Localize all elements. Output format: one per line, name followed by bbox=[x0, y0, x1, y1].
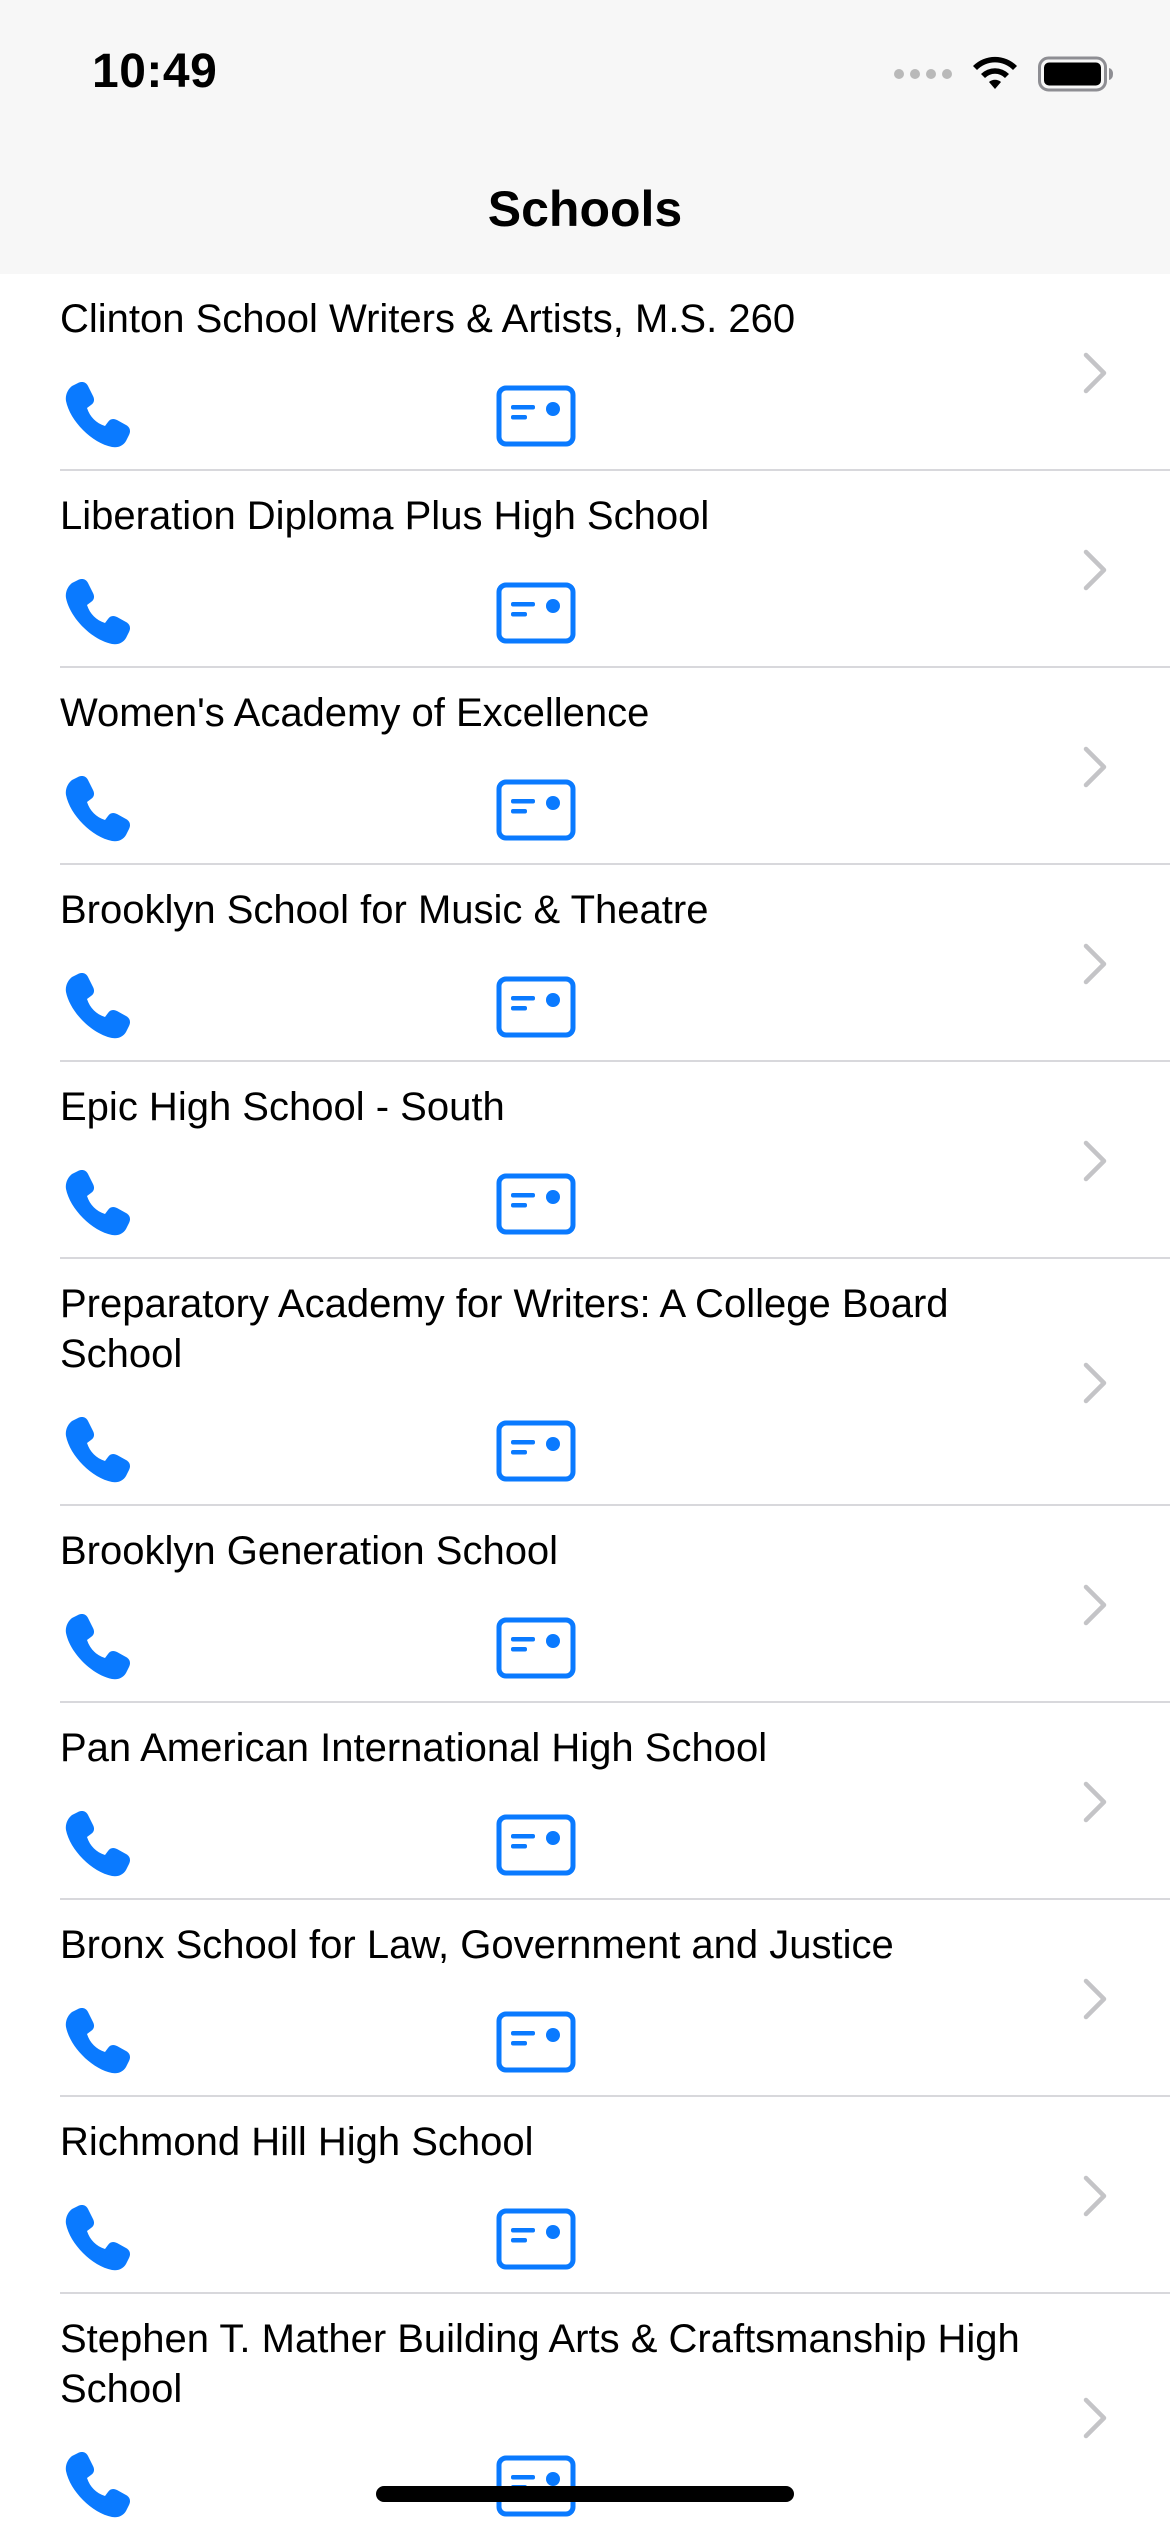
phone-icon[interactable] bbox=[60, 1165, 132, 1237]
contact-card-icon[interactable] bbox=[496, 779, 576, 841]
school-actions bbox=[60, 1165, 660, 1237]
school-row[interactable]: Women's Academy of Excellence bbox=[0, 668, 1170, 865]
school-row-content: Brooklyn School for Music & Theatre bbox=[60, 865, 1170, 1062]
phone-icon[interactable] bbox=[60, 574, 132, 646]
contact-card-icon[interactable] bbox=[496, 1420, 576, 1482]
schools-screen: 10:49 Schools Clinton School Writers & A… bbox=[0, 0, 1170, 2532]
phone-icon[interactable] bbox=[60, 1806, 132, 1878]
phone-icon[interactable] bbox=[60, 1412, 132, 1484]
school-actions bbox=[60, 1412, 660, 1484]
wifi-icon bbox=[973, 56, 1017, 89]
phone-icon[interactable] bbox=[60, 2003, 132, 2075]
school-row[interactable]: Epic High School - South bbox=[0, 1062, 1170, 1259]
school-row[interactable]: Richmond Hill High School bbox=[0, 2097, 1170, 2294]
contact-card-icon[interactable] bbox=[496, 1173, 576, 1235]
navigation-bar: Schools bbox=[0, 140, 1170, 274]
school-row[interactable]: Preparatory Academy for Writers: A Colle… bbox=[0, 1259, 1170, 1506]
chevron-right-icon bbox=[1083, 1140, 1107, 1181]
contact-card-icon[interactable] bbox=[496, 2011, 576, 2073]
chevron-right-icon bbox=[1083, 2175, 1107, 2216]
home-indicator[interactable] bbox=[376, 2486, 794, 2502]
chevron-right-icon bbox=[1083, 1978, 1107, 2019]
phone-icon[interactable] bbox=[60, 968, 132, 1040]
contact-card-icon[interactable] bbox=[496, 385, 576, 447]
school-row-content: Richmond Hill High School bbox=[60, 2097, 1170, 2294]
school-name: Liberation Diploma Plus High School bbox=[60, 494, 710, 538]
school-name: Epic High School - South bbox=[60, 1085, 505, 1129]
phone-icon[interactable] bbox=[60, 2447, 132, 2519]
chevron-right-icon bbox=[1083, 2397, 1107, 2438]
school-row[interactable]: Brooklyn Generation School bbox=[0, 1506, 1170, 1703]
school-row[interactable]: Liberation Diploma Plus High School bbox=[0, 471, 1170, 668]
school-name: Richmond Hill High School bbox=[60, 2120, 534, 2164]
battery-icon bbox=[1038, 56, 1113, 92]
school-actions bbox=[60, 2200, 660, 2272]
school-actions bbox=[60, 377, 660, 449]
school-actions bbox=[60, 1609, 660, 1681]
school-name: Clinton School Writers & Artists, M.S. 2… bbox=[60, 297, 796, 341]
chevron-right-icon bbox=[1083, 1362, 1107, 1403]
chevron-right-icon bbox=[1083, 1781, 1107, 1822]
phone-icon[interactable] bbox=[60, 1609, 132, 1681]
status-icons bbox=[894, 52, 1114, 96]
school-row[interactable]: Clinton School Writers & Artists, M.S. 2… bbox=[0, 274, 1170, 471]
school-row-content: Brooklyn Generation School bbox=[60, 1506, 1170, 1703]
phone-icon[interactable] bbox=[60, 377, 132, 449]
school-actions bbox=[60, 574, 660, 646]
contact-card-icon[interactable] bbox=[496, 582, 576, 644]
page-title: Schools bbox=[487, 181, 683, 237]
contact-card-icon[interactable] bbox=[496, 2208, 576, 2270]
phone-icon[interactable] bbox=[60, 771, 132, 843]
school-name: Stephen T. Mather Building Arts & Crafts… bbox=[60, 2317, 1020, 2411]
status-time: 10:49 bbox=[92, 45, 218, 98]
chevron-right-icon bbox=[1083, 746, 1107, 787]
school-row[interactable]: Pan American International High School bbox=[0, 1703, 1170, 1900]
school-row-content: Clinton School Writers & Artists, M.S. 2… bbox=[60, 274, 1170, 471]
school-name: Pan American International High School bbox=[60, 1726, 768, 1770]
school-actions bbox=[60, 1806, 660, 1878]
school-name: Brooklyn Generation School bbox=[60, 1529, 559, 1573]
school-row[interactable]: Bronx School for Law, Government and Jus… bbox=[0, 1900, 1170, 2097]
contact-card-icon[interactable] bbox=[496, 976, 576, 1038]
school-name: Women's Academy of Excellence bbox=[60, 691, 650, 735]
school-actions bbox=[60, 2447, 660, 2519]
phone-icon[interactable] bbox=[60, 2200, 132, 2272]
school-row-content: Bronx School for Law, Government and Jus… bbox=[60, 1900, 1170, 2097]
school-name: Preparatory Academy for Writers: A Colle… bbox=[60, 1282, 949, 1376]
school-row-content: Women's Academy of Excellence bbox=[60, 668, 1170, 865]
school-actions bbox=[60, 771, 660, 843]
school-name: Bronx School for Law, Government and Jus… bbox=[60, 1923, 894, 1967]
status-bar: 10:49 bbox=[0, 0, 1170, 140]
school-row-content: Liberation Diploma Plus High School bbox=[60, 471, 1170, 668]
school-name: Brooklyn School for Music & Theatre bbox=[60, 888, 709, 932]
chevron-right-icon bbox=[1083, 352, 1107, 393]
school-row-content: Preparatory Academy for Writers: A Colle… bbox=[60, 1259, 1170, 1506]
school-actions bbox=[60, 2003, 660, 2075]
school-row[interactable]: Brooklyn School for Music & Theatre bbox=[0, 865, 1170, 1062]
contact-card-icon[interactable] bbox=[496, 1617, 576, 1679]
school-row-content: Epic High School - South bbox=[60, 1062, 1170, 1259]
chevron-right-icon bbox=[1083, 549, 1107, 590]
school-list[interactable]: Clinton School Writers & Artists, M.S. 2… bbox=[0, 274, 1170, 2532]
school-actions bbox=[60, 968, 660, 1040]
school-row-content: Pan American International High School bbox=[60, 1703, 1170, 1900]
chevron-right-icon bbox=[1083, 943, 1107, 984]
cellular-signal-icon bbox=[894, 69, 952, 79]
contact-card-icon[interactable] bbox=[496, 1814, 576, 1876]
chevron-right-icon bbox=[1083, 1584, 1107, 1625]
